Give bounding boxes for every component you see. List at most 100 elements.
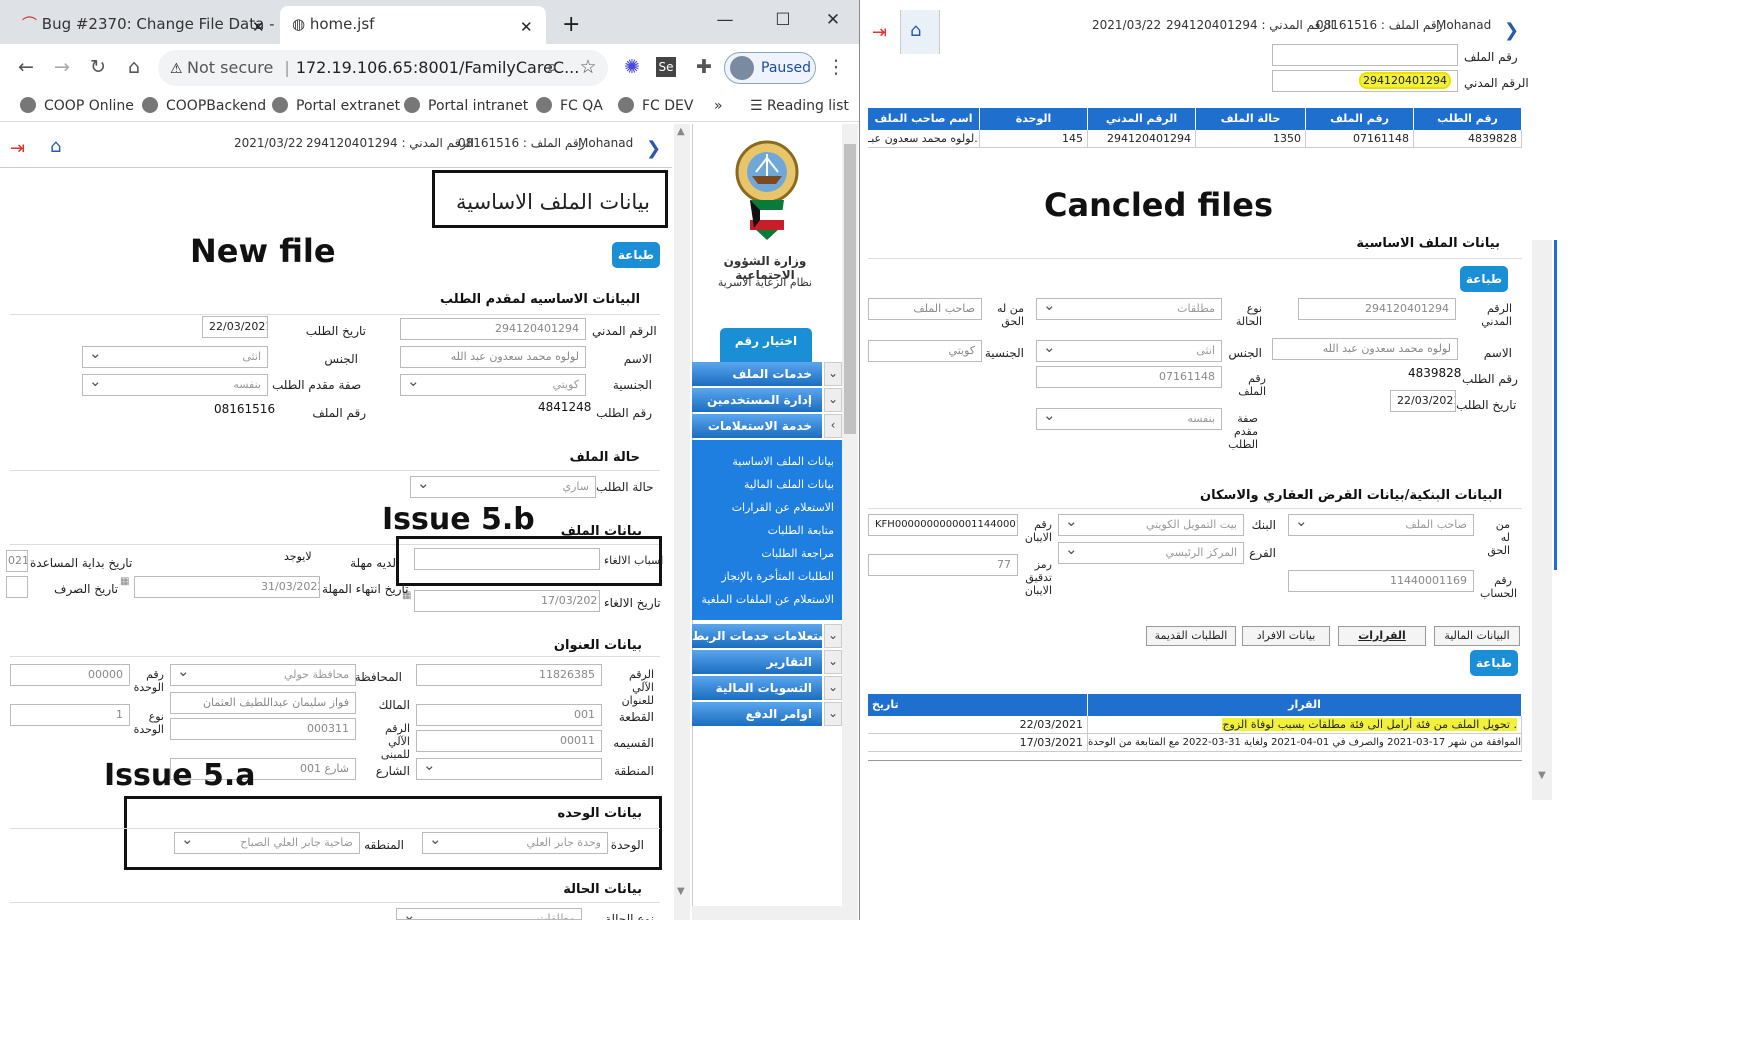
plot-field[interactable]: 001 [416,704,602,726]
back-icon[interactable]: ← [14,55,38,79]
close-tab-icon[interactable]: ✕ [252,18,265,36]
close-window-icon[interactable]: ✕ [818,8,848,32]
puzzle-icon[interactable]: ✚ [692,55,716,79]
right-scrollbar[interactable]: ▼ [1532,240,1552,800]
bookmark-fc-qa[interactable]: FC QA [536,96,603,116]
maximize-icon[interactable]: ☐ [768,8,798,32]
reading-list[interactable]: ☰ Reading list [750,96,849,116]
menu-user-management[interactable]: إدارة المستخدمين [692,388,822,412]
scroll-thumb[interactable] [844,144,856,434]
close-tab-icon[interactable]: ✕ [520,18,533,36]
owner-field[interactable]: فواز سليمان عبداللطيف العثمان [170,692,356,714]
unit-no-field[interactable]: 00000 [10,664,130,686]
parcel-field[interactable]: 00011 [416,730,602,752]
civil-id-field[interactable]: 294120401294 [400,318,586,340]
print-button[interactable]: طباعة [612,242,660,268]
cancel-date-field[interactable]: 17/03/2021 [414,590,600,612]
unit-select[interactable]: وحدة جابر العلي [422,832,608,854]
claimant-select[interactable]: صاحب الملف [1288,514,1474,536]
chevron-right-icon[interactable]: ❯ [1504,20,1519,41]
tab-decisions[interactable]: القرارات [1338,626,1426,646]
submenu-item[interactable]: متابعة الطلبات [692,519,842,542]
menu-reports[interactable]: التقارير [692,650,822,674]
submenu-item[interactable]: الطلبات المتأخرة بالإنجاز [692,565,842,588]
iban-field[interactable]: KFH00000000000011440001169 [868,514,1018,536]
file-no-field[interactable]: 07161148 [1036,366,1222,388]
unit-type-field[interactable]: 1 [10,704,130,726]
tab-financial[interactable]: البيانات المالية [1434,626,1520,646]
governorate-select[interactable]: محافظة حولي [170,664,356,686]
bookmark-fc-dev[interactable]: FC DEV [618,96,693,116]
chevron-down-icon[interactable]: ⌄ [824,676,842,700]
submenu-item[interactable]: الاستعلام عن القرارات [692,496,842,519]
chevron-down-icon[interactable]: ⌄ [824,388,842,412]
chevron-down-icon[interactable]: ⌄ [824,702,842,726]
home-icon[interactable]: ⌂ [910,20,921,41]
grace-end-field[interactable]: 31/03/2022 [134,576,320,598]
cancel-reason-field[interactable] [414,548,600,570]
selenium-icon[interactable]: Se [656,57,676,77]
civil-id-field[interactable]: 294120401294 [1298,298,1456,320]
print-button[interactable]: طباعة [1460,266,1508,292]
bank-select[interactable]: بيت التمويل الكويتي [1058,514,1244,536]
region-select[interactable]: ضاحية جابر العلي الصباح [174,832,360,854]
scroll-down-icon[interactable]: ▼ [1538,770,1546,781]
new-tab-icon[interactable]: + [562,12,580,37]
submenu-item[interactable]: بيانات الملف المالية [692,473,842,496]
calendar-icon[interactable]: ▦ [120,576,129,587]
case-type-select[interactable]: مطلقات [396,908,582,920]
bookmarks-more[interactable]: » [714,96,723,116]
chevron-down-icon[interactable]: ⌄ [824,624,842,648]
iban-check-field[interactable]: 77 [868,554,1018,576]
nationality-field[interactable]: كويتي [868,340,982,362]
menu-icon[interactable]: ⋮ [824,55,848,79]
chevron-down-icon[interactable]: ⌄ [824,362,842,386]
request-date-field[interactable]: 22/03/2021 [1390,390,1456,412]
gender-select[interactable]: انثى [82,346,268,368]
applicant-role-select[interactable]: بنفسه [82,374,268,396]
home-icon[interactable]: ⌂ [50,136,61,157]
file-no-field[interactable] [1272,44,1458,66]
bookmark-portal-extranet[interactable]: Portal extranet [272,96,400,116]
gender-select[interactable]: انثى [1036,340,1222,362]
menu-inquiry-service[interactable]: خدمة الاستعلامات [692,414,822,438]
submenu-item[interactable]: الاستعلام عن الملفات الملغية [692,588,842,611]
tab-home[interactable]: ◍ home.jsf [280,6,546,44]
address-id-field[interactable]: 11826385 [416,664,602,686]
home-icon[interactable]: ⌂ [122,55,146,79]
star-icon[interactable]: ☆ [576,55,600,79]
bookmark-portal-intranet[interactable]: Portal intranet [404,96,528,116]
aid-start-field[interactable]: 021 [6,550,28,572]
claimant-field[interactable]: صاحب الملف [868,298,982,320]
reload-icon[interactable]: ↻ [86,55,110,79]
status-select[interactable]: ساري [410,476,596,498]
menu-financial-settlements[interactable]: التسويات المالية [692,676,822,700]
menu-payment-orders[interactable]: اوامر الدفع [692,702,822,726]
chevron-down-icon[interactable]: ⌄ [824,650,842,674]
forward-icon[interactable]: → [50,55,74,79]
tab-old-requests[interactable]: الطلبات القديمة [1146,626,1236,646]
branch-select[interactable]: المركز الرئيسي [1058,542,1244,564]
building-id-field[interactable]: 000311 [170,718,356,740]
chevron-right-icon[interactable]: ❯ [646,138,661,159]
search-icon[interactable]: ⌕ [540,55,564,79]
chevron-left-icon[interactable]: ‹ [824,414,842,438]
civil-id-field[interactable]: 294120401294 [1272,70,1458,92]
menu-file-services[interactable]: خدمات الملف [692,362,822,386]
menu-link-services[interactable]: استعلامات خدمات الربط [692,624,834,648]
bookmark-coopbackend[interactable]: COOPBackend [142,96,266,116]
content-scrollbar[interactable]: ▲ ▼ [674,124,690,920]
nationality-select[interactable]: كويتي [400,374,586,396]
extension-flower-icon[interactable]: ✺ [620,55,644,79]
name-field[interactable]: لولوه محمد سعدون عبد الله [400,346,586,368]
submenu-item[interactable]: مراجعة الطلبات [692,542,842,565]
bookmark-coop-online[interactable]: COOP Online [20,96,134,116]
name-field[interactable]: لولوه محمد سعدون عبد الله [1272,338,1458,360]
scroll-up-icon[interactable]: ▲ [677,126,685,137]
scroll-down-icon[interactable]: ▼ [677,886,685,897]
account-field[interactable]: 11440001169 [1288,570,1474,592]
tab-bug[interactable]: ⌒ Bug #2370: Change File Data - su [10,6,276,44]
applicant-role-select[interactable]: بنفسه [1036,408,1222,430]
tab-members[interactable]: بيانات الافراد [1242,626,1330,646]
area-select[interactable] [416,758,602,780]
